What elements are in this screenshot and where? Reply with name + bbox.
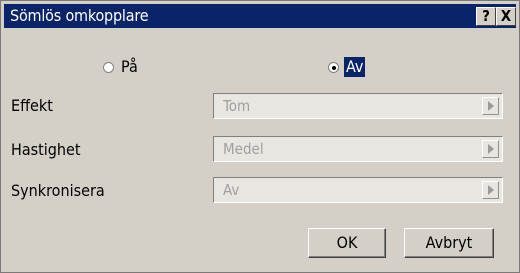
radio-circle-selected-icon[interactable] [328, 62, 339, 73]
dropdown-arrow-icon[interactable] [482, 181, 499, 199]
dropdown-arrow-icon[interactable] [482, 97, 499, 115]
sync-value: Av [223, 181, 240, 199]
radio-on-label[interactable]: På [121, 57, 138, 77]
speed-value: Medel [223, 140, 264, 158]
help-button[interactable]: ? [476, 7, 496, 26]
radio-circle-icon[interactable] [103, 62, 114, 73]
effect-dropdown[interactable]: Tom [213, 93, 503, 119]
effect-label: Effekt [11, 96, 53, 115]
radio-off-label[interactable]: Av [344, 57, 366, 77]
close-button[interactable]: X [496, 7, 516, 26]
speed-label: Hastighet [11, 140, 81, 159]
cancel-button[interactable]: Avbryt [404, 228, 494, 258]
sync-dropdown[interactable]: Av [213, 177, 503, 203]
title-bar[interactable]: Sömlös omkopplare ? X [4, 4, 516, 28]
window-title: Sömlös omkopplare [10, 6, 149, 25]
seamless-switch-dialog: Sömlös omkopplare ? X På Av Effekt Tom H… [0, 0, 520, 273]
sync-label: Synkronisera [11, 181, 105, 200]
effect-value: Tom [223, 97, 251, 115]
speed-dropdown[interactable]: Medel [213, 136, 503, 162]
dropdown-arrow-icon[interactable] [482, 140, 499, 158]
ok-button[interactable]: OK [308, 228, 386, 258]
